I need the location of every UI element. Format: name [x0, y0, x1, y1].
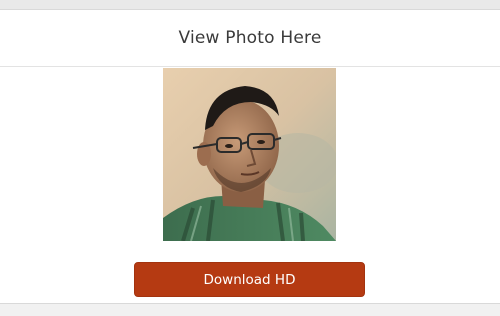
top-bar — [0, 0, 500, 9]
page-title: View Photo Here — [178, 28, 322, 48]
download-hd-button[interactable]: Download HD — [134, 262, 365, 297]
card-header: View Photo Here — [0, 10, 500, 67]
photo-card: View Photo Here Download HD — [0, 9, 500, 304]
bottom-bar — [0, 304, 500, 316]
portrait-photo — [163, 68, 336, 241]
